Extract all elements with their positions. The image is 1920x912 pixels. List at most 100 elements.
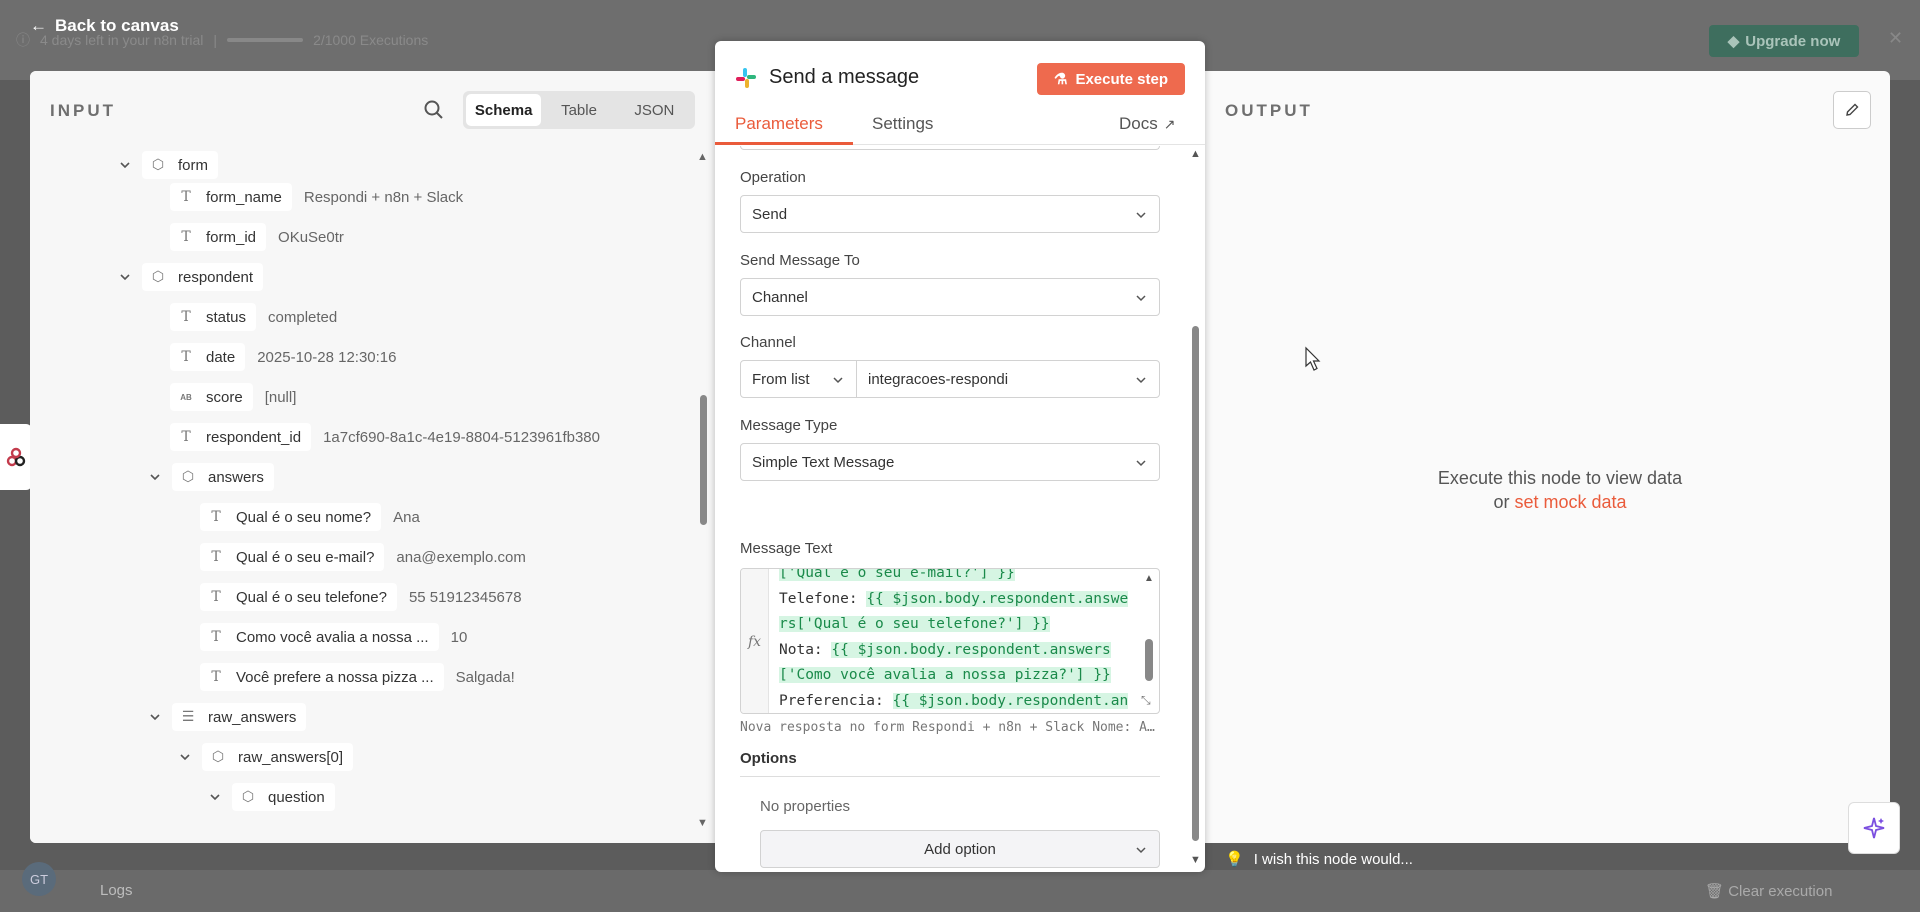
active-tab-indicator <box>715 142 853 145</box>
message-type-value: Simple Text Message <box>752 453 895 471</box>
tree-key[interactable]: Trespondent_id <box>170 423 312 451</box>
chevron-down-icon[interactable] <box>178 750 192 764</box>
string-icon: T <box>181 229 191 245</box>
lightbulb-icon: 💡 <box>1225 851 1244 868</box>
tree-key[interactable]: Tform_name <box>170 183 292 211</box>
tree-key[interactable]: Tstatus <box>170 303 257 331</box>
scroll-down-icon[interactable]: ▼ <box>1190 854 1201 866</box>
tree-key[interactable]: T Você prefere a nossa pizza ... <box>200 663 444 691</box>
channel-mode-select[interactable]: From list <box>741 361 857 397</box>
view-schema[interactable]: Schema <box>466 94 542 126</box>
tree-row[interactable]: ⬡ raw_answers[0] <box>178 743 354 771</box>
search-icon[interactable] <box>423 99 445 121</box>
pencil-icon <box>1846 103 1859 116</box>
chevron-down-icon[interactable] <box>118 270 132 284</box>
string-icon: T <box>211 549 221 565</box>
chevron-down-icon[interactable] <box>148 710 162 724</box>
input-scrollbar[interactable]: ▲ ▼ <box>696 149 710 829</box>
chevron-down-icon <box>1136 460 1146 467</box>
tree-key[interactable]: Tform_id <box>170 223 267 251</box>
upgrade-button[interactable]: ◆ Upgrade now <box>1709 25 1859 57</box>
key-label: question <box>268 788 325 806</box>
tree-row[interactable]: Tform_id OKuSe0tr <box>170 223 344 251</box>
tree-row[interactable]: ⬡ form <box>118 151 218 179</box>
tree-row[interactable]: Tstatus completed <box>170 303 337 331</box>
editor-scrollbar-thumb[interactable] <box>1145 639 1153 681</box>
string-icon: T <box>211 669 221 685</box>
webhook-node-icon[interactable] <box>0 424 32 490</box>
tree-key[interactable]: T Qual é o seu telefone? <box>200 583 397 611</box>
tree-key[interactable]: AB score <box>170 383 253 411</box>
operation-select[interactable]: Send <box>740 195 1160 233</box>
tree-key[interactable]: ⬡ question <box>232 783 335 811</box>
tree-key[interactable]: ⬡ form <box>142 151 218 179</box>
node-title[interactable]: Send a message <box>769 66 919 89</box>
clear-execution-button[interactable]: 🗑 Clear execution <box>1705 882 1832 900</box>
expand-editor-icon[interactable]: ⤡ <box>1141 693 1151 708</box>
tree-row[interactable]: T Como você avalia a nossa ... 10 <box>200 623 467 651</box>
key-label: form_id <box>206 228 257 246</box>
add-option-button[interactable]: Add option <box>760 830 1160 868</box>
code-lines[interactable]: ['Qual é o seu e-mail?'] }} Telefone: {{… <box>779 569 1141 713</box>
tree-row[interactable]: ⬡ respondent <box>118 263 264 291</box>
key-label: form_name <box>206 188 282 206</box>
options-divider <box>740 776 1160 777</box>
tree-key[interactable]: ⬡ answers <box>172 463 274 491</box>
tree-value: 10 <box>450 628 468 646</box>
tree-key[interactable]: T Qual é o seu nome? <box>200 503 382 531</box>
execute-step-button[interactable]: ⚗ Execute step <box>1037 63 1185 95</box>
tree-row[interactable]: AB score [null] <box>170 383 296 411</box>
tree-row[interactable]: T Qual é o seu e-mail? ana@exemplo.com <box>200 543 526 571</box>
channel-select[interactable]: integracoes-respondi <box>857 361 1159 397</box>
ai-assistant-button[interactable] <box>1848 802 1900 854</box>
tree-row[interactable]: Trespondent_id 1a7cf690-8a1c-4e19-8804-5… <box>170 423 600 451</box>
set-mock-data-link[interactable]: set mock data <box>1514 492 1626 512</box>
tree-row[interactable]: Tdate 2025-10-28 12:30:16 <box>170 343 397 371</box>
chevron-down-icon[interactable] <box>148 470 162 484</box>
message-type-select[interactable]: Simple Text Message <box>740 443 1160 481</box>
back-to-canvas-button[interactable]: ← Back to canvas <box>30 16 179 36</box>
key-label: form <box>178 156 208 174</box>
string-icon: T <box>211 629 221 645</box>
tree-key[interactable]: T Como você avalia a nossa ... <box>200 623 439 651</box>
tree-key[interactable]: Tdate <box>170 343 246 371</box>
tree-row[interactable]: Tform_name Respondi + n8n + Slack <box>170 183 463 211</box>
chevron-down-icon[interactable] <box>118 158 132 172</box>
upgrade-label: Upgrade now <box>1745 32 1841 50</box>
close-icon[interactable]: ✕ <box>1888 28 1903 49</box>
key-label: respondent <box>178 268 254 286</box>
tab-parameters[interactable]: Parameters <box>735 114 823 134</box>
view-table[interactable]: Table <box>541 94 616 126</box>
tree-key[interactable]: T Qual é o seu e-mail? <box>200 543 385 571</box>
edit-output-button[interactable] <box>1833 91 1871 129</box>
add-option-label: Add option <box>924 840 996 858</box>
input-panel: INPUT Schema Table JSON ⬡ form Tform_name… <box>30 71 715 843</box>
avatar[interactable]: GT <box>22 862 56 896</box>
output-title: OUTPUT <box>1225 101 1313 120</box>
tree-row[interactable]: ⬡ answers <box>148 463 274 491</box>
tree-key[interactable]: ☰ raw_answers <box>172 703 307 731</box>
scroll-up-icon[interactable]: ▲ <box>1190 148 1201 160</box>
feedback-prompt[interactable]: 💡 I wish this node would... <box>1225 850 1413 869</box>
tab-settings[interactable]: Settings <box>872 114 933 134</box>
message-text-editor[interactable]: fx ['Qual é o seu e-mail?'] }} Telefone:… <box>740 568 1160 714</box>
scroll-up-icon[interactable]: ▲ <box>1144 573 1154 584</box>
view-json[interactable]: JSON <box>617 94 692 126</box>
tree-row[interactable]: ⬡ question <box>208 783 335 811</box>
scroll-down-icon[interactable]: ▼ <box>697 817 708 829</box>
code-text: Nota: <box>779 641 832 658</box>
tree-row[interactable]: T Você prefere a nossa pizza ... Salgada! <box>200 663 515 691</box>
tree-value: 2025-10-28 12:30:16 <box>257 348 397 366</box>
parameters-scrollbar[interactable]: ▲ ▼ <box>1187 146 1203 872</box>
tree-key[interactable]: ⬡ respondent <box>142 263 264 291</box>
tree-row[interactable]: T Qual é o seu telefone? 55 51912345678 <box>200 583 522 611</box>
scrollbar-thumb[interactable] <box>1192 326 1199 841</box>
tree-row[interactable]: ☰ raw_answers <box>148 703 307 731</box>
scrollbar-thumb[interactable] <box>700 395 707 525</box>
send-to-select[interactable]: Channel <box>740 278 1160 316</box>
tree-row[interactable]: T Qual é o seu nome? Ana <box>200 503 420 531</box>
scroll-up-icon[interactable]: ▲ <box>697 151 708 163</box>
docs-link[interactable]: Docs ↗ <box>1119 114 1175 134</box>
chevron-down-icon[interactable] <box>208 790 222 804</box>
tree-key[interactable]: ⬡ raw_answers[0] <box>202 743 354 771</box>
